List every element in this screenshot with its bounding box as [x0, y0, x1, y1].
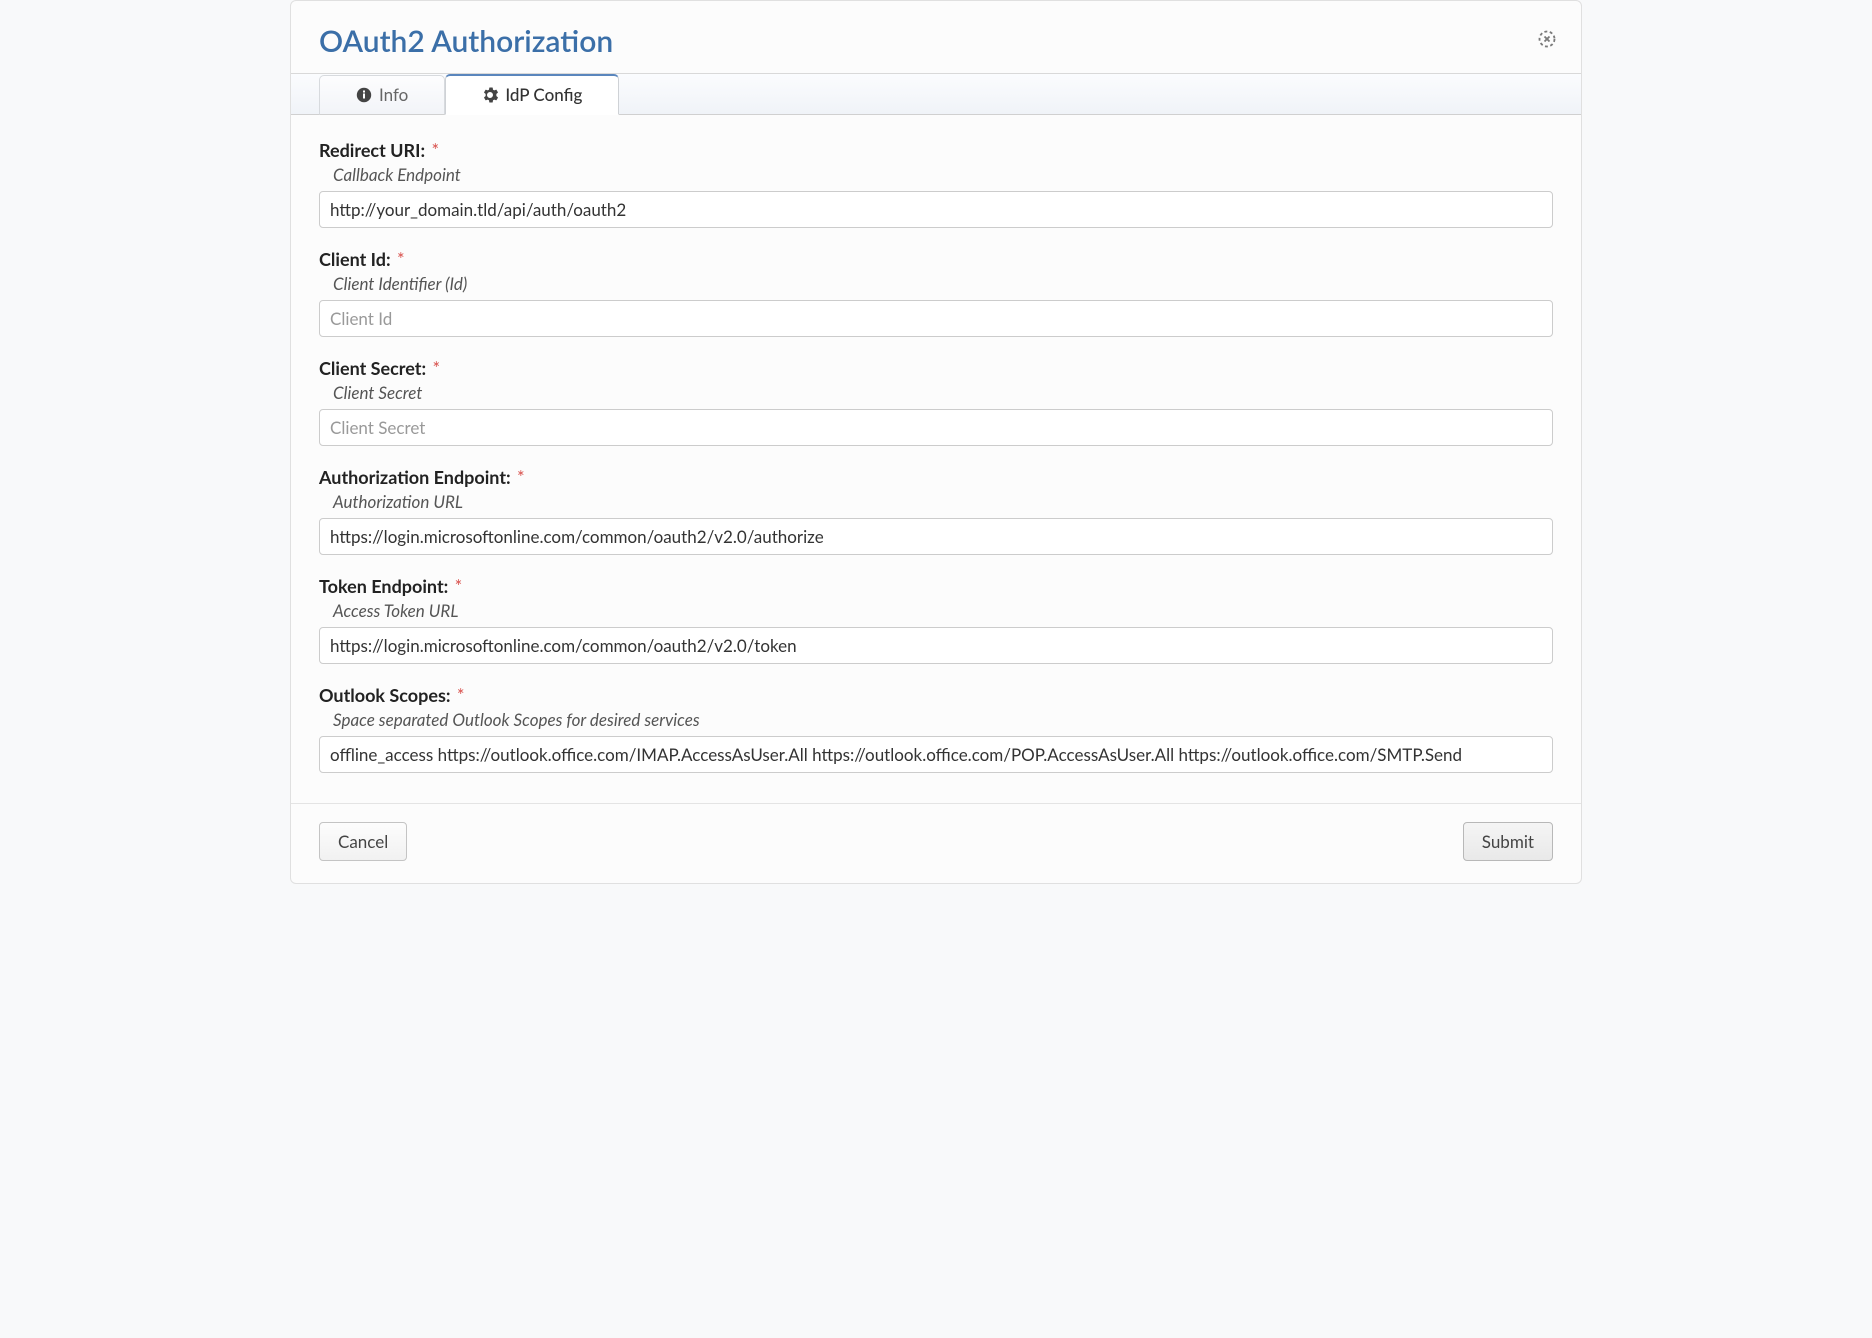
required-star: * — [432, 357, 440, 379]
tab-idp-config[interactable]: IdP Config — [445, 74, 619, 115]
info-icon — [356, 87, 372, 103]
client-id-hint: Client Identifier (Id) — [333, 273, 1553, 294]
tab-info[interactable]: Info — [319, 75, 445, 115]
gear-icon — [482, 87, 498, 103]
required-star: * — [517, 466, 525, 488]
required-star: * — [397, 248, 405, 270]
field-redirect-uri: Redirect URI: * Callback Endpoint — [319, 139, 1553, 228]
redirect-uri-input[interactable] — [319, 191, 1553, 228]
client-id-input[interactable] — [319, 300, 1553, 337]
cancel-button[interactable]: Cancel — [319, 822, 407, 861]
token-endpoint-hint: Access Token URL — [333, 600, 1553, 621]
authorization-endpoint-label: Authorization Endpoint: * — [319, 466, 1553, 488]
field-token-endpoint: Token Endpoint: * Access Token URL — [319, 575, 1553, 664]
tab-idp-config-label: IdP Config — [505, 84, 582, 105]
token-endpoint-input[interactable] — [319, 627, 1553, 664]
token-endpoint-label: Token Endpoint: * — [319, 575, 1553, 597]
oauth2-authorization-modal: OAuth2 Authorization Info IdP Config — [290, 0, 1582, 884]
field-authorization-endpoint: Authorization Endpoint: * Authorization … — [319, 466, 1553, 555]
redirect-uri-hint: Callback Endpoint — [333, 164, 1553, 185]
field-client-secret: Client Secret: * Client Secret — [319, 357, 1553, 446]
outlook-scopes-hint: Space separated Outlook Scopes for desir… — [333, 709, 1553, 730]
required-star: * — [455, 575, 463, 597]
required-star: * — [457, 684, 465, 706]
modal-title: OAuth2 Authorization — [319, 23, 1553, 59]
client-secret-label: Client Secret: * — [319, 357, 1553, 379]
outlook-scopes-input[interactable] — [319, 736, 1553, 773]
form-body: Redirect URI: * Callback Endpoint Client… — [291, 115, 1581, 803]
client-id-label: Client Id: * — [319, 248, 1553, 270]
close-icon[interactable] — [1537, 29, 1557, 49]
required-star: * — [431, 139, 439, 161]
outlook-scopes-label: Outlook Scopes: * — [319, 684, 1553, 706]
tabs: Info IdP Config — [291, 73, 1581, 115]
field-client-id: Client Id: * Client Identifier (Id) — [319, 248, 1553, 337]
client-secret-input[interactable] — [319, 409, 1553, 446]
field-outlook-scopes: Outlook Scopes: * Space separated Outloo… — [319, 684, 1553, 773]
submit-button[interactable]: Submit — [1463, 822, 1553, 861]
client-secret-hint: Client Secret — [333, 382, 1553, 403]
modal-header: OAuth2 Authorization — [291, 1, 1581, 73]
modal-footer: Cancel Submit — [291, 803, 1581, 883]
authorization-endpoint-input[interactable] — [319, 518, 1553, 555]
tab-info-label: Info — [379, 84, 408, 105]
authorization-endpoint-hint: Authorization URL — [333, 491, 1553, 512]
redirect-uri-label: Redirect URI: * — [319, 139, 1553, 161]
